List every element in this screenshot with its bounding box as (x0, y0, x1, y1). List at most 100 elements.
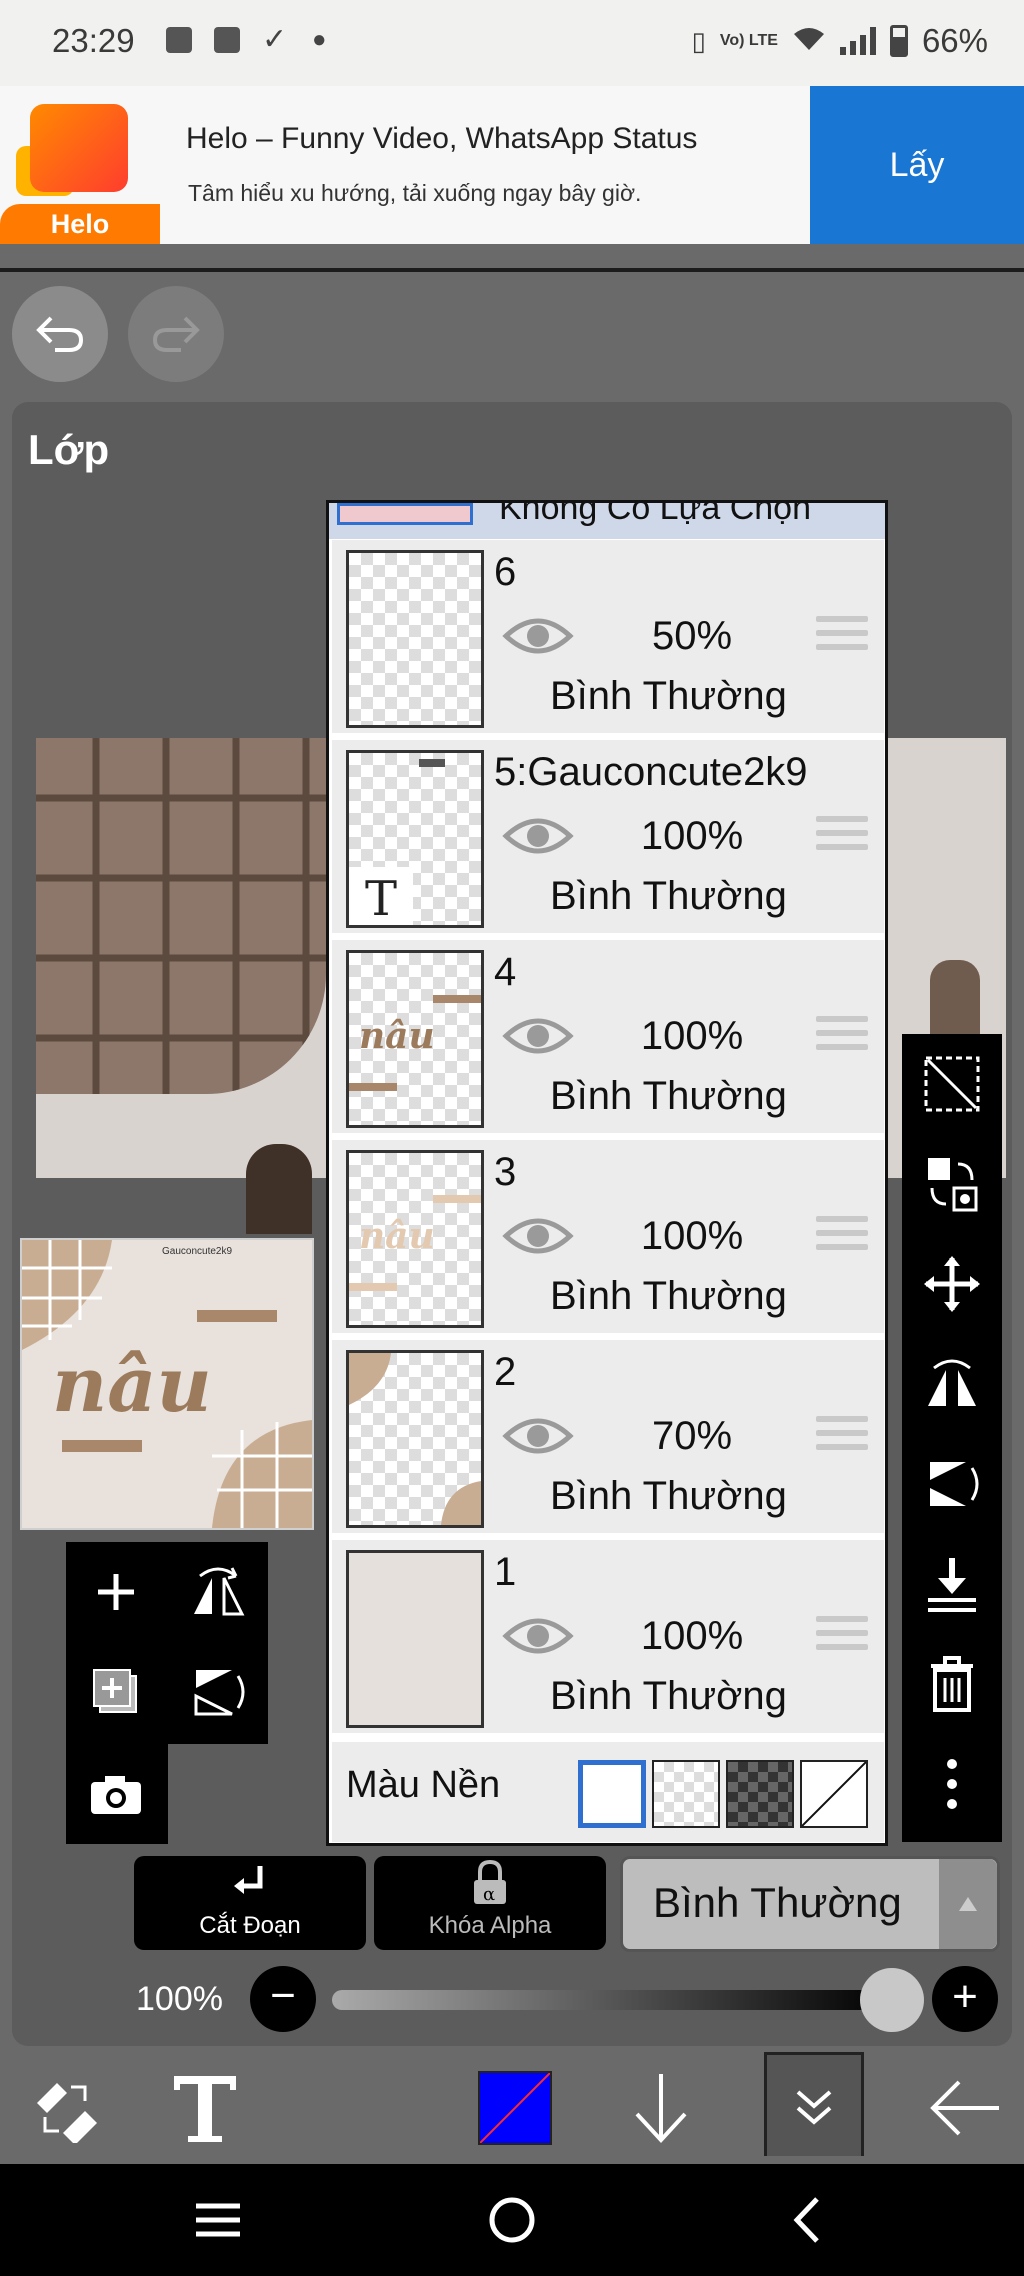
blend-mode-toggle[interactable] (939, 1859, 997, 1949)
layer-opacity: 100% (640, 1614, 744, 1658)
back-arrow-button[interactable] (910, 2052, 1020, 2164)
opacity-slider-knob[interactable] (860, 1968, 924, 2032)
more-vertical-icon (947, 1759, 957, 1809)
panel-title: Lớp (28, 426, 110, 473)
eye-icon[interactable] (502, 1012, 574, 1060)
menu-icon (196, 2203, 240, 2237)
clipping-button[interactable]: Cắt Đoạn (134, 1856, 366, 1950)
eye-icon[interactable] (502, 1212, 574, 1260)
drag-handle-icon[interactable] (816, 1216, 868, 1256)
eraser-tool-button[interactable] (10, 2052, 120, 2164)
bg-transparent-swatch[interactable] (652, 1760, 720, 1828)
drag-handle-icon[interactable] (816, 1616, 868, 1656)
chevron-left-icon (793, 2197, 819, 2243)
move-layer-button[interactable] (902, 1234, 1002, 1334)
current-color-swatch (478, 2071, 552, 2145)
ad-banner[interactable]: Helo Helo – Funny Video, WhatsApp Status… (0, 86, 1024, 244)
flip-layer-horizontal-button[interactable] (902, 1334, 1002, 1434)
clear-selection-button[interactable] (902, 1034, 1002, 1134)
text-tool-button[interactable] (150, 2052, 260, 2164)
home-button[interactable] (452, 2164, 572, 2276)
merge-down-icon (928, 1558, 976, 1612)
flip-horizontal-button[interactable] (168, 1542, 268, 1642)
layer-thumbnail: nâu (346, 1150, 484, 1328)
blend-mode-select[interactable]: Bình Thường (620, 1856, 1000, 1952)
eye-icon[interactable] (502, 1612, 574, 1660)
layers-toggle-button[interactable] (764, 2052, 864, 2156)
text-icon (174, 2076, 236, 2142)
thumb-line (433, 1195, 481, 1203)
redo-button[interactable] (128, 286, 224, 382)
merge-down-button[interactable] (902, 1534, 1002, 1634)
more-options-button[interactable] (902, 1734, 1002, 1834)
recent-apps-button[interactable] (158, 2164, 278, 2276)
ad-app-logo[interactable]: Helo (0, 86, 160, 244)
flip-layer-vertical-button[interactable] (902, 1434, 1002, 1534)
bg-dark-swatch[interactable] (726, 1760, 794, 1828)
eye-icon[interactable] (502, 1412, 574, 1460)
drag-handle-icon[interactable] (816, 816, 868, 856)
opacity-decrease-button[interactable]: − (250, 1966, 316, 2032)
thumb-line (349, 1283, 397, 1291)
import-photo-button[interactable] (66, 1744, 166, 1844)
drag-handle-icon[interactable] (816, 616, 868, 656)
status-time: 23:29 (52, 22, 135, 59)
layer-opacity: 100% (640, 1214, 744, 1258)
selection-clear-icon (924, 1056, 980, 1112)
layer-down-button[interactable] (606, 2052, 716, 2164)
layer-row[interactable]: nâu 3 100% Bình Thường (332, 1140, 884, 1336)
selection-layer-row[interactable]: Không Có Lựa Chọn (329, 503, 885, 539)
layer-name: 4 (494, 950, 517, 994)
layer-row[interactable]: T 5:Gauconcute2k9 100% Bình Thường (332, 740, 884, 936)
bg-white-swatch[interactable] (578, 1760, 646, 1828)
layer-opacity: 50% (651, 614, 733, 658)
layer-name: 3 (494, 1150, 517, 1194)
layer-row[interactable]: 1 100% Bình Thường (332, 1540, 884, 1736)
redo-icon (152, 316, 200, 352)
alpha-lock-button[interactable]: α Khóa Alpha (374, 1856, 606, 1950)
undo-button[interactable] (12, 286, 108, 382)
arrow-down-icon (635, 2074, 687, 2143)
system-back-button[interactable] (746, 2164, 866, 2276)
lock-icon: α (474, 1860, 506, 1905)
selection-label: Không Có Lựa Chọn (499, 503, 811, 527)
thumb-text-mark (419, 759, 445, 767)
drag-handle-icon[interactable] (816, 1016, 868, 1056)
layer-blend-mode: Bình Thường (550, 1674, 787, 1718)
color-picker-button[interactable] (460, 2052, 570, 2164)
flip-vertical-button[interactable] (168, 1642, 268, 1742)
ad-brand-label: Helo (0, 204, 160, 244)
download-done-icon: ✓ (262, 23, 288, 56)
add-layer-button[interactable] (66, 1542, 166, 1642)
double-chevron-down-icon (796, 2089, 832, 2125)
eraser-icon (37, 2083, 97, 2143)
dot-icon: ● (312, 26, 327, 53)
thumbnail-small-text: Gauconcute2k9 (162, 1246, 233, 1257)
bg-none-swatch[interactable] (800, 1760, 868, 1828)
canvas-thumbnail[interactable]: nâu Gauconcute2k9 (20, 1238, 314, 1530)
drag-handle-icon[interactable] (816, 1416, 868, 1456)
opacity-slider[interactable] (332, 1990, 892, 2010)
layer-row[interactable]: 6 50% Bình Thường (332, 540, 884, 736)
eye-icon[interactable] (502, 812, 574, 860)
undo-icon (36, 316, 84, 352)
ad-get-button[interactable]: Lấy (810, 86, 1024, 244)
flip-horizontal-icon (194, 1567, 245, 1616)
delete-layer-button[interactable] (902, 1634, 1002, 1734)
layer-row[interactable]: nâu 4 100% Bình Thường (332, 940, 884, 1136)
opacity-increase-button[interactable]: + (932, 1966, 998, 2032)
layer-blend-mode: Bình Thường (550, 1474, 787, 1518)
signal-icon (839, 27, 876, 55)
flip-horizontal-icon (928, 1359, 976, 1406)
layer-name: 5:Gauconcute2k9 (494, 750, 808, 794)
eye-icon[interactable] (502, 612, 574, 660)
layer-row[interactable]: 2 70% Bình Thường (332, 1340, 884, 1536)
ad-title[interactable]: Helo – Funny Video, WhatsApp Status (186, 122, 697, 156)
add-layer-copy-button[interactable] (66, 1642, 166, 1742)
copy-layer-icon (93, 1669, 137, 1713)
transform-layer-button[interactable] (902, 1134, 1002, 1234)
clipping-icon (234, 1866, 263, 1894)
trash-icon (931, 1656, 973, 1712)
layer-thumbnail: nâu (346, 950, 484, 1128)
layer-thumbnail (346, 1550, 484, 1728)
